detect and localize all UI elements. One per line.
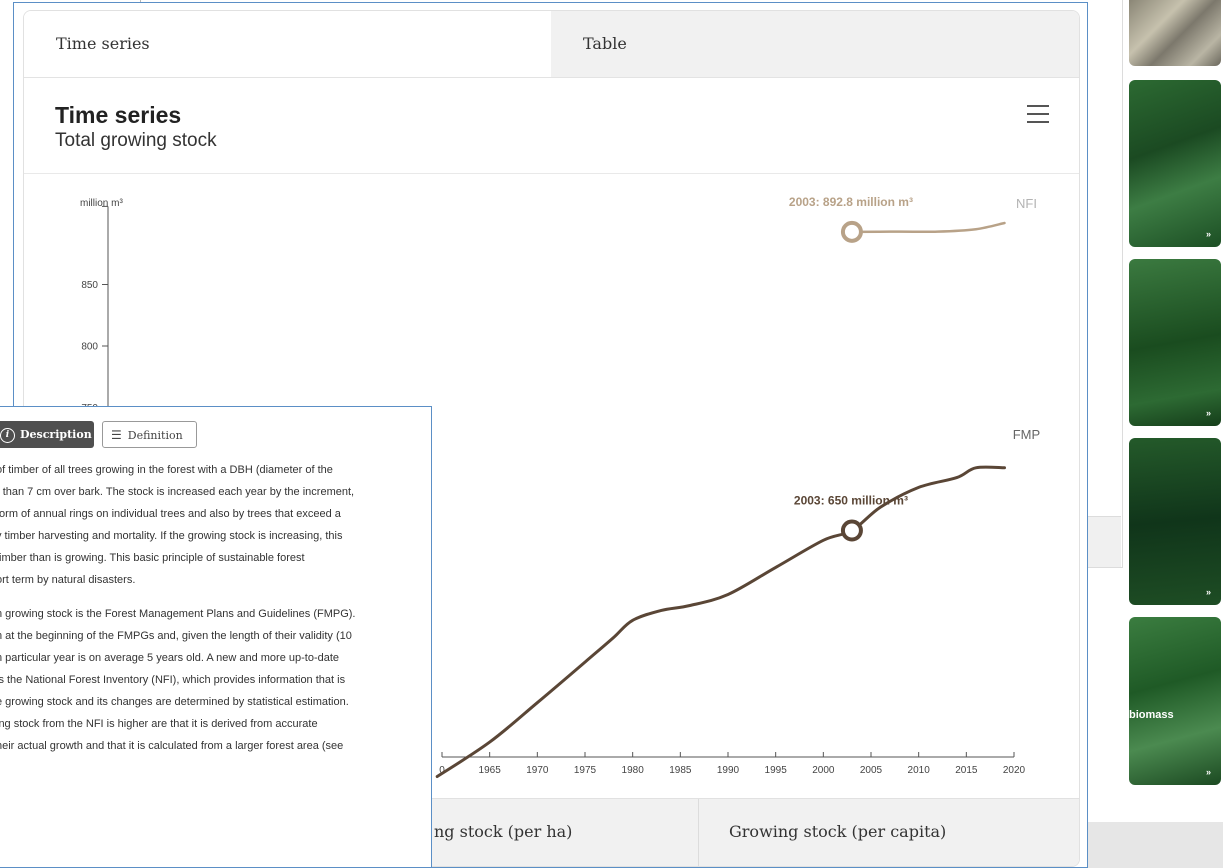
x-tick-label: 1995 xyxy=(765,765,788,776)
x-tick-label: 2010 xyxy=(908,765,931,776)
series-label-fmp: FMP xyxy=(1013,427,1040,442)
list-icon: ☰ xyxy=(111,428,122,442)
hamburger-menu-icon[interactable] xyxy=(1027,105,1049,123)
tab-growing-stock-per-capita[interactable]: Growing stock (per capita) xyxy=(729,799,946,866)
tooltip-label: 2003: 650 million m³ xyxy=(794,494,908,508)
definition-button[interactable]: ☰ Definition xyxy=(102,421,197,448)
text-line: r than 7 cm over bark. The stock is incr… xyxy=(0,486,355,498)
y-axis-label: million m³ xyxy=(80,198,123,209)
chart-title: Time series xyxy=(55,102,182,128)
chart-header: Time series Total growing stock xyxy=(24,78,1079,174)
description-button-label: Description xyxy=(20,428,92,441)
text-line: of timber of all trees growing in the fo… xyxy=(0,464,333,476)
x-tick-label: 2015 xyxy=(955,765,978,776)
more-link-icon[interactable]: » xyxy=(1206,229,1211,239)
chart-subtitle: Total growing stock xyxy=(55,130,217,151)
x-tick-label: 2020 xyxy=(1003,765,1026,776)
tab-growing-stock-per-ha[interactable]: ng stock (per ha) xyxy=(434,799,572,866)
series-line-fmp xyxy=(435,465,1006,778)
text-line: n growing stock is the Forest Management… xyxy=(0,608,356,620)
text-line: e growing stock and its changes are dete… xyxy=(0,696,349,708)
x-tick-label: 1990 xyxy=(717,765,740,776)
text-line: heir actual growth and that it is calcul… xyxy=(0,740,344,752)
text-line: ort term by natural disasters. xyxy=(0,574,136,586)
x-tick-label: 1980 xyxy=(622,765,645,776)
background-panel xyxy=(1088,0,1123,568)
y-tick-label: 800 xyxy=(81,342,98,353)
series-label-nfi: NFI xyxy=(1016,196,1037,211)
description-paragraph-1: of timber of all trees growing in the fo… xyxy=(0,459,412,591)
text-line: is the National Forest Inventory (NFI), … xyxy=(0,674,346,686)
more-link-icon[interactable]: » xyxy=(1206,408,1211,418)
text-line: n particular year is on average 5 years … xyxy=(0,652,340,664)
image-gallery: » » » biomass » xyxy=(1125,0,1223,800)
description-paragraph-2: n growing stock is the Forest Management… xyxy=(0,603,412,757)
text-line: form of annual rings on individual trees… xyxy=(0,508,341,520)
x-tick-label: 1985 xyxy=(669,765,692,776)
forest-image[interactable]: » xyxy=(1129,259,1221,426)
tooltip-label: 2003: 892.8 million m³ xyxy=(789,195,913,209)
x-tick-label: 2005 xyxy=(860,765,883,776)
bark-image[interactable] xyxy=(1129,0,1221,66)
text-line: n at the beginning of the FMPGs and, giv… xyxy=(0,630,352,642)
tab-table[interactable]: Table xyxy=(551,11,1079,77)
deadwood-image[interactable]: » xyxy=(1129,80,1221,247)
description-text: of timber of all trees growing in the fo… xyxy=(0,459,412,757)
text-line: ing stock from the NFI is higher are tha… xyxy=(0,718,318,730)
highlight-marker xyxy=(840,519,863,542)
x-tick-label: 1975 xyxy=(574,765,597,776)
tab-time-series[interactable]: Time series xyxy=(24,11,551,77)
x-tick-label: 2000 xyxy=(812,765,835,776)
x-tick-label: 1965 xyxy=(479,765,502,776)
text-line: timber than is growing. This basic princ… xyxy=(0,552,305,564)
series-line-nfi xyxy=(850,221,1006,234)
more-link-icon[interactable]: » xyxy=(1206,587,1211,597)
dark-forest-image[interactable]: » xyxy=(1129,438,1221,605)
highlight-marker xyxy=(840,220,863,243)
text-line: y timber harvesting and mortality. If th… xyxy=(0,530,343,542)
biomass-label: biomass xyxy=(1129,709,1174,721)
info-icon: i xyxy=(0,427,15,443)
description-button[interactable]: i Description xyxy=(0,421,94,448)
more-link-icon[interactable]: » xyxy=(1206,767,1211,777)
description-popup: i Description ☰ Definition of timber of al… xyxy=(0,406,432,868)
background-panel-footer xyxy=(1088,516,1121,567)
tab-divider xyxy=(698,799,699,866)
biomass-image[interactable]: biomass » xyxy=(1129,617,1221,785)
definition-button-label: Definition xyxy=(127,429,183,442)
x-tick-label: 1970 xyxy=(526,765,549,776)
view-tabs: Time series Table xyxy=(24,11,1079,78)
y-tick-label: 850 xyxy=(81,280,98,291)
